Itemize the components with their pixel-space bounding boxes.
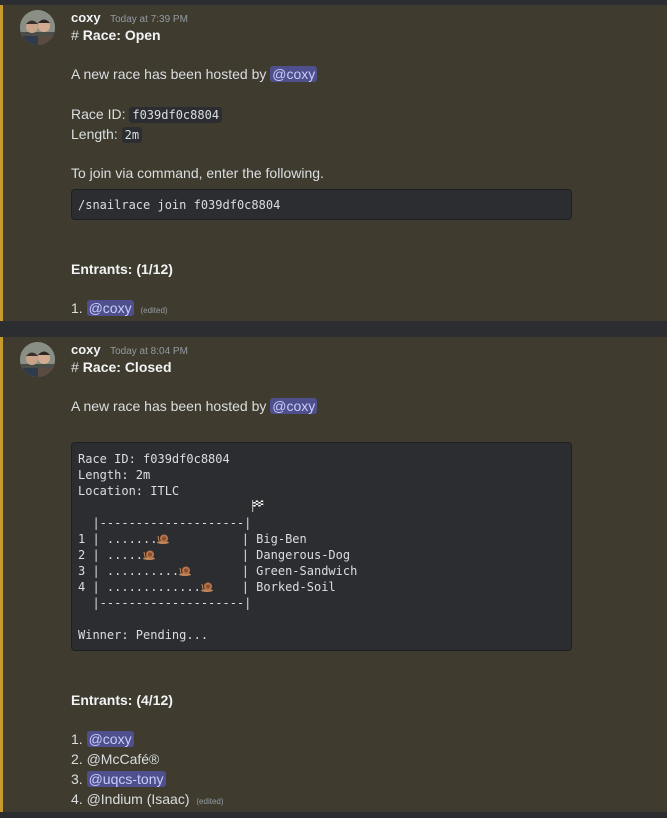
message-heading: # Race: Open: [71, 27, 161, 43]
username[interactable]: coxy: [71, 10, 101, 25]
winner-text: Winner: Pending...: [78, 628, 209, 642]
hosted-line: A new race has been hosted by @coxy: [71, 398, 318, 414]
lane-row: 4 | ............. | Borked-Soil: [78, 580, 336, 594]
lane-row: 2 | ..... | Dangerous-Dog: [78, 548, 351, 562]
track-border-bottom: |--------------------|: [92, 596, 252, 610]
avatar[interactable]: [20, 10, 55, 45]
timestamp: Today at 8:04 PM: [110, 346, 188, 357]
message-heading: # Race: Closed: [71, 359, 172, 375]
user-mention[interactable]: @uqcs-tony: [86, 771, 166, 787]
location-text: Location: ITLC: [78, 484, 180, 498]
user-mention[interactable]: @coxy: [270, 398, 318, 414]
lane-row: 1 | ....... | Big-Ben: [78, 532, 307, 546]
user-mention[interactable]: @coxy: [270, 66, 318, 82]
length-code: 2m: [121, 127, 143, 143]
length-line: Length: 2m: [71, 125, 143, 144]
snail-icon: [179, 566, 192, 576]
entrants-heading: Entrants: (4/12): [71, 692, 173, 708]
join-instruction: To join via command, enter the following…: [71, 165, 324, 181]
snail-icon: [143, 550, 156, 560]
checkered-flag-icon: [252, 500, 264, 512]
avatar[interactable]: [20, 342, 55, 377]
track-border-top: |--------------------|: [92, 516, 252, 530]
user-mention[interactable]: @coxy: [86, 300, 134, 316]
race-id-line: Race ID: f039df0c8804: [71, 105, 223, 124]
edited-label: (edited): [140, 306, 168, 315]
snail-icon: [200, 582, 213, 592]
race-id-code: f039df0c8804: [129, 107, 223, 123]
entrant-row: 3. @uqcs-tony: [71, 771, 166, 787]
entrants-heading: Entrants: (1/12): [71, 261, 173, 277]
race-code-block[interactable]: Race ID: f039df0c8804 Length: 2m Locatio…: [71, 442, 572, 651]
entrant-name: @Indium (Isaac): [86, 791, 190, 807]
timestamp: Today at 7:39 PM: [110, 14, 188, 25]
length-text: Length: 2m: [78, 468, 151, 482]
snail-icon: [157, 534, 170, 544]
entrant-name: @McCafé®: [86, 751, 160, 767]
edited-label: (edited): [196, 797, 224, 806]
entrant-row: 4. @Indium (Isaac) (edited): [71, 791, 224, 807]
hosted-line: A new race has been hosted by @coxy: [71, 66, 318, 82]
entrant-row: 1. @coxy: [71, 731, 134, 747]
lane-row: 3 | .......... | Green-Sandwich: [78, 564, 358, 578]
command-code-block[interactable]: /snailrace join f039df0c8804: [71, 189, 572, 220]
race-id-text: Race ID: f039df0c8804: [78, 452, 230, 466]
message-race-open: coxy Today at 7:39 PM # Race: Open A new …: [0, 5, 667, 321]
user-mention[interactable]: @coxy: [86, 731, 134, 747]
username[interactable]: coxy: [71, 342, 101, 357]
entrant-row: 1. @coxy (edited): [71, 300, 168, 316]
entrant-row: 2. @McCafé®: [71, 751, 160, 767]
message-race-closed: coxy Today at 8:04 PM # Race: Closed A ne…: [0, 337, 667, 812]
